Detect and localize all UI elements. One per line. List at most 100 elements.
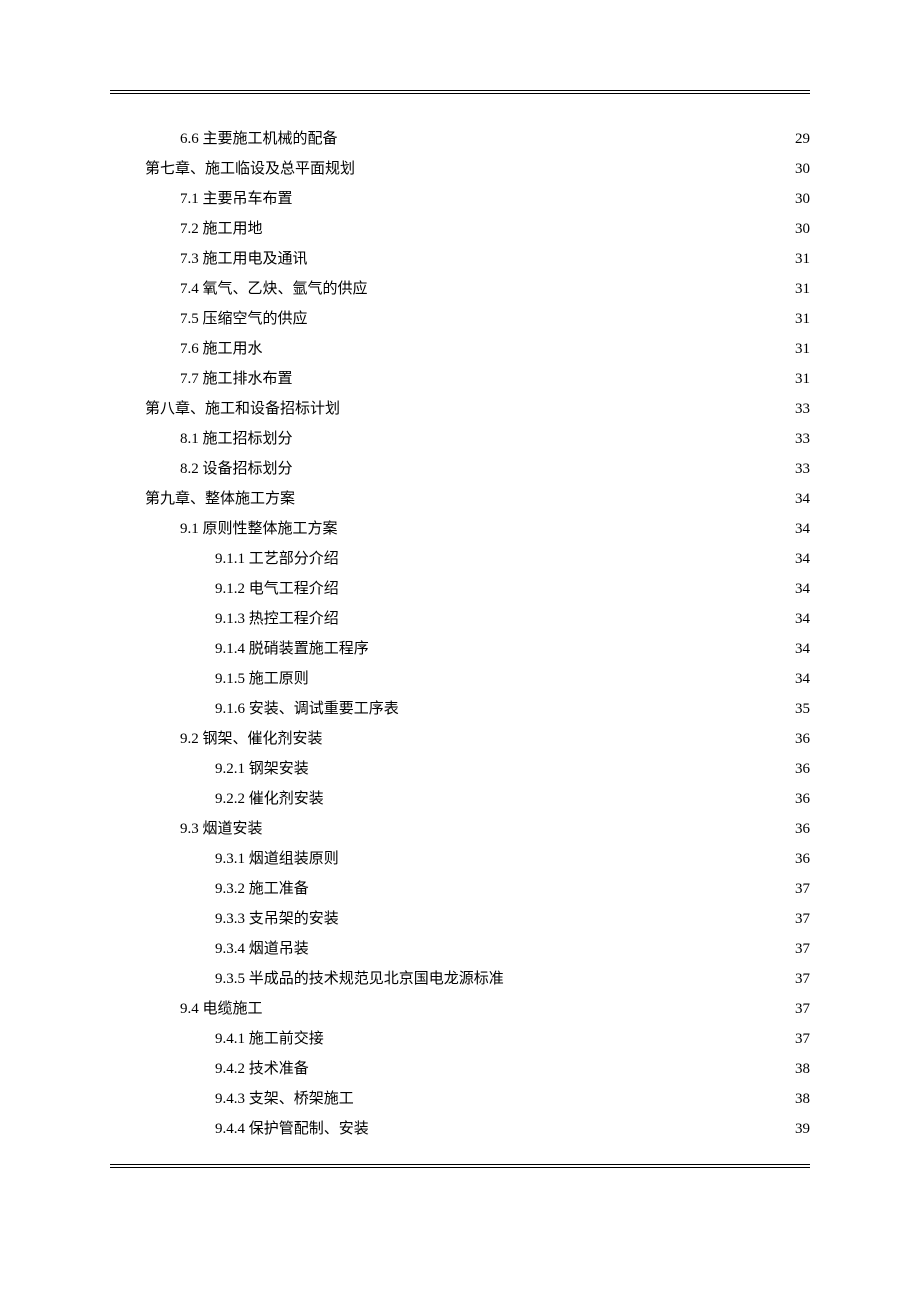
toc-entry: 9.1.4 脱硝装置施工程序 34 — [110, 634, 810, 664]
toc-entry-page: 29 — [795, 124, 810, 154]
toc-entry-page: 31 — [795, 364, 810, 394]
toc-entry-label: 第九章、整体施工方案 — [145, 484, 295, 514]
toc-entry-page: 34 — [795, 634, 810, 664]
toc-entry-label: 7.5 压缩空气的供应 — [180, 304, 308, 334]
toc-entry-label: 9.3.1 烟道组装原则 — [215, 844, 339, 874]
toc-entry-label: 9.4.4 保护管配制、安装 — [215, 1114, 369, 1144]
toc-entry-label: 9.3.3 支吊架的安装 — [215, 904, 339, 934]
toc-entry: 9.3.1 烟道组装原则 36 — [110, 844, 810, 874]
toc-entry: 9.1.6 安装、调试重要工序表 35 — [110, 694, 810, 724]
toc-entry-label: 9.3 烟道安装 — [180, 814, 263, 844]
toc-entry-label: 9.4.1 施工前交接 — [215, 1024, 324, 1054]
toc-entry-label: 7.6 施工用水 — [180, 334, 263, 364]
toc-entry-page: 37 — [795, 904, 810, 934]
toc-entry-page: 33 — [795, 454, 810, 484]
toc-entry: 9.4.1 施工前交接 37 — [110, 1024, 810, 1054]
toc-entry: 9.2.2 催化剂安装 36 — [110, 784, 810, 814]
toc-entry: 9.3.3 支吊架的安装 37 — [110, 904, 810, 934]
toc-entry: 9.3.5 半成品的技术规范见北京国电龙源标准 37 — [110, 964, 810, 994]
toc-entry-page: 34 — [795, 574, 810, 604]
toc-entry: 7.7 施工排水布置 31 — [110, 364, 810, 394]
toc-entry: 7.5 压缩空气的供应 31 — [110, 304, 810, 334]
toc-entry-page: 36 — [795, 724, 810, 754]
table-of-contents: 6.6 主要施工机械的配备29第七章、施工临设及总平面规划307.1 主要吊车布… — [110, 124, 810, 1144]
toc-entry-page: 31 — [795, 274, 810, 304]
toc-entry: 第七章、施工临设及总平面规划 30 — [110, 154, 810, 184]
toc-entry: 8.1 施工招标划分 33 — [110, 424, 810, 454]
toc-entry: 7.6 施工用水 31 — [110, 334, 810, 364]
toc-entry-label: 第七章、施工临设及总平面规划 — [145, 154, 355, 184]
toc-entry-label: 8.2 设备招标划分 — [180, 454, 293, 484]
toc-entry-label: 9.4.3 支架、桥架施工 — [215, 1084, 354, 1114]
toc-entry: 7.3 施工用电及通讯 31 — [110, 244, 810, 274]
toc-entry: 第八章、施工和设备招标计划 33 — [110, 394, 810, 424]
toc-entry-label: 9.1.6 安装、调试重要工序表 — [215, 694, 399, 724]
toc-entry: 9.2.1 钢架安装36 — [110, 754, 810, 784]
toc-entry: 9.4.2 技术准备38 — [110, 1054, 810, 1084]
toc-entry-page: 37 — [795, 934, 810, 964]
toc-entry-label: 8.1 施工招标划分 — [180, 424, 293, 454]
toc-entry-page: 39 — [795, 1114, 810, 1144]
toc-entry: 7.2 施工用地 30 — [110, 214, 810, 244]
toc-entry-page: 36 — [795, 844, 810, 874]
toc-entry: 第九章、整体施工方案 34 — [110, 484, 810, 514]
toc-entry-label: 9.1.1 工艺部分介绍 — [215, 544, 339, 574]
toc-entry: 8.2 设备招标划分 33 — [110, 454, 810, 484]
toc-entry: 9.1.3 热控工程介绍 34 — [110, 604, 810, 634]
toc-entry-page: 35 — [795, 694, 810, 724]
toc-entry-label: 7.3 施工用电及通讯 — [180, 244, 308, 274]
top-divider — [110, 90, 810, 94]
toc-entry-label: 9.1.3 热控工程介绍 — [215, 604, 339, 634]
toc-entry-page: 37 — [795, 1024, 810, 1054]
toc-entry-label: 7.2 施工用地 — [180, 214, 263, 244]
toc-entry-label: 9.3.4 烟道吊装 — [215, 934, 309, 964]
toc-entry: 9.4.3 支架、桥架施工 38 — [110, 1084, 810, 1114]
toc-entry-page: 36 — [795, 784, 810, 814]
toc-entry-page: 38 — [795, 1054, 810, 1084]
toc-entry-page: 38 — [795, 1084, 810, 1114]
toc-entry: 9.3.4 烟道吊装 37 — [110, 934, 810, 964]
toc-entry-label: 第八章、施工和设备招标计划 — [145, 394, 340, 424]
toc-entry-label: 9.1.4 脱硝装置施工程序 — [215, 634, 369, 664]
toc-entry-page: 30 — [795, 154, 810, 184]
toc-entry-page: 34 — [795, 544, 810, 574]
toc-entry-page: 33 — [795, 394, 810, 424]
toc-entry-page: 30 — [795, 214, 810, 244]
toc-entry: 9.3 烟道安装 36 — [110, 814, 810, 844]
toc-entry-label: 9.4 电缆施工 — [180, 994, 263, 1024]
toc-entry-label: 9.1.5 施工原则 — [215, 664, 309, 694]
toc-entry: 7.1 主要吊车布置 30 — [110, 184, 810, 214]
toc-entry-page: 30 — [795, 184, 810, 214]
toc-entry-label: 9.3.2 施工准备 — [215, 874, 309, 904]
toc-entry: 9.2 钢架、催化剂安装 36 — [110, 724, 810, 754]
toc-entry-page: 34 — [795, 514, 810, 544]
toc-entry: 9.1.5 施工原则 34 — [110, 664, 810, 694]
toc-entry-page: 33 — [795, 424, 810, 454]
toc-entry-label: 6.6 主要施工机械的配备 — [180, 124, 338, 154]
toc-entry: 6.6 主要施工机械的配备 29 — [110, 124, 810, 154]
toc-entry: 9.4.4 保护管配制、安装 39 — [110, 1114, 810, 1144]
toc-entry-label: 9.2.2 催化剂安装 — [215, 784, 324, 814]
toc-entry: 7.4 氧气、乙炔、氩气的供应 31 — [110, 274, 810, 304]
toc-entry-page: 34 — [795, 604, 810, 634]
toc-entry-page: 34 — [795, 484, 810, 514]
toc-entry: 9.4 电缆施工37 — [110, 994, 810, 1024]
toc-entry-label: 9.3.5 半成品的技术规范见北京国电龙源标准 — [215, 964, 504, 994]
toc-entry-page: 36 — [795, 814, 810, 844]
toc-entry-label: 9.2 钢架、催化剂安装 — [180, 724, 323, 754]
toc-entry-page: 31 — [795, 304, 810, 334]
toc-entry-page: 34 — [795, 664, 810, 694]
toc-entry-page: 37 — [795, 964, 810, 994]
toc-entry: 9.1 原则性整体施工方案34 — [110, 514, 810, 544]
toc-entry: 9.1.2 电气工程介绍 34 — [110, 574, 810, 604]
toc-entry-label: 7.1 主要吊车布置 — [180, 184, 293, 214]
toc-entry-label: 9.1.2 电气工程介绍 — [215, 574, 339, 604]
toc-entry: 9.1.1 工艺部分介绍 34 — [110, 544, 810, 574]
toc-entry-page: 36 — [795, 754, 810, 784]
toc-entry-label: 7.4 氧气、乙炔、氩气的供应 — [180, 274, 368, 304]
toc-entry-page: 31 — [795, 334, 810, 364]
bottom-divider — [110, 1164, 810, 1168]
toc-entry-label: 7.7 施工排水布置 — [180, 364, 293, 394]
toc-entry-page: 31 — [795, 244, 810, 274]
toc-entry: 9.3.2 施工准备37 — [110, 874, 810, 904]
